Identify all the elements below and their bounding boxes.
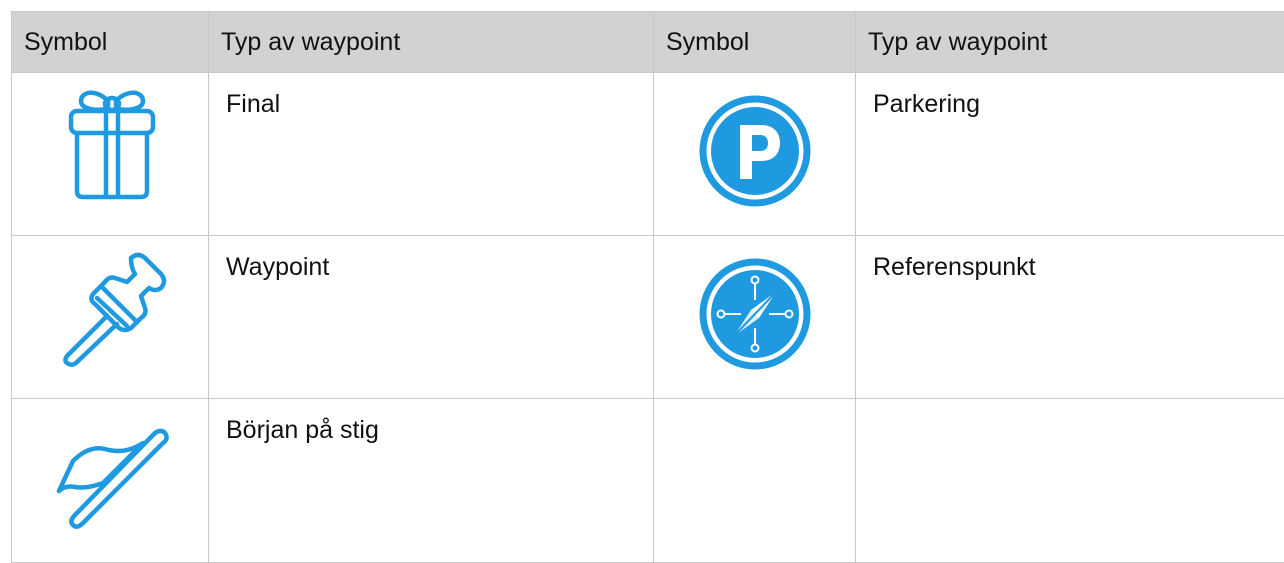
waypoint-type-label: Parkering (856, 73, 1284, 236)
symbol-cell (12, 73, 209, 236)
header-waypoint-type-2: Typ av waypoint (856, 12, 1284, 73)
header-waypoint-type-1: Typ av waypoint (209, 12, 654, 73)
waypoint-type-label: Början på stig (209, 399, 654, 563)
waypoint-symbol-table: Symbol Typ av waypoint Symbol Typ av way… (11, 11, 1284, 563)
header-symbol-2: Symbol (654, 12, 856, 73)
pushpin-icon (35, 242, 185, 382)
empty-symbol-cell (654, 399, 856, 563)
symbol-cell (654, 236, 856, 399)
table-row: Waypoint (12, 236, 1284, 399)
gift-icon (35, 79, 185, 219)
table-header: Symbol Typ av waypoint Symbol Typ av way… (12, 12, 1284, 73)
symbol-cell (654, 73, 856, 236)
symbol-cell (12, 236, 209, 399)
empty-label-cell (856, 399, 1284, 563)
table-row: Final Parkering (12, 73, 1284, 236)
waypoint-type-label: Final (209, 73, 654, 236)
header-row: Symbol Typ av waypoint Symbol Typ av way… (12, 12, 1284, 73)
parking-icon (680, 79, 830, 219)
symbol-cell (12, 399, 209, 563)
waypoint-type-label: Waypoint (209, 236, 654, 399)
compass-icon (680, 242, 830, 382)
header-symbol-1: Symbol (12, 12, 209, 73)
waypoint-type-label: Referenspunkt (856, 236, 1284, 399)
flag-icon (35, 405, 185, 545)
table-row: Början på stig (12, 399, 1284, 563)
